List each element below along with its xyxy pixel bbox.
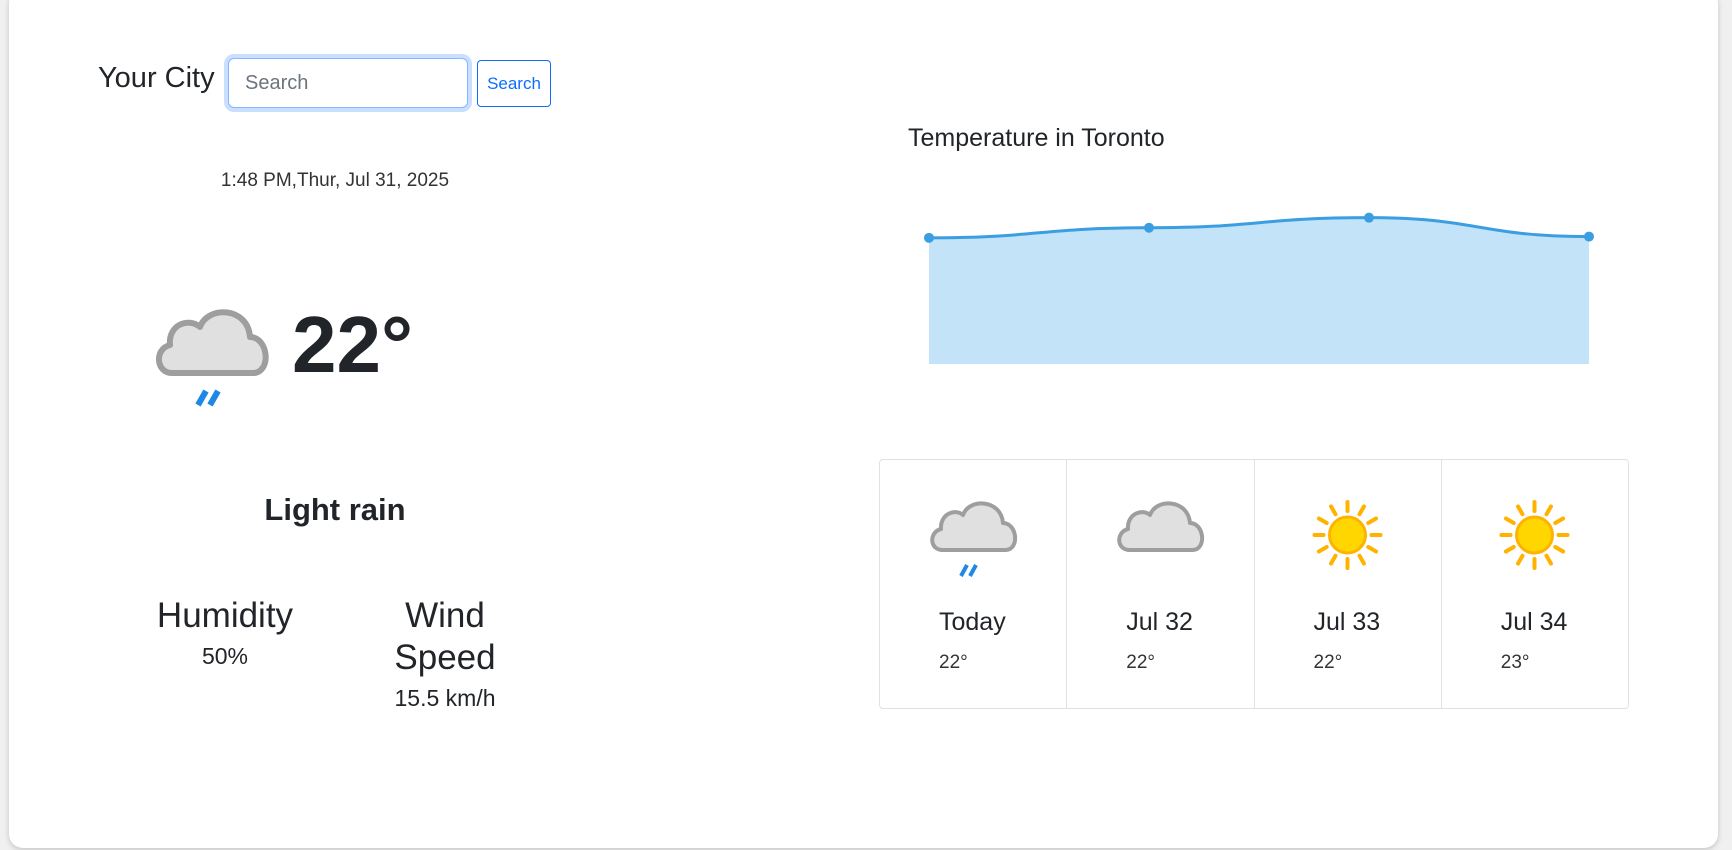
search-button[interactable]: Search — [477, 60, 551, 107]
rain-cloud-icon — [156, 309, 269, 407]
forecast-panel: Today 22° Jul 32 22° Jul 33 22° Jul 34 2… — [879, 459, 1629, 709]
humidity-value: 50% — [201, 643, 249, 669]
chart-point-today[interactable] — [924, 232, 934, 243]
temperature-chart — [924, 212, 1594, 364]
wind-stat: Wind Speed 15.5 km/h — [365, 595, 525, 712]
chart-point-jul-33[interactable] — [1364, 212, 1374, 223]
forecast-day-2: Jul 33 22° — [1255, 460, 1442, 708]
wind-value: 15.5 km/h — [394, 685, 496, 711]
forecast-day-0: Today 22° — [880, 460, 1068, 708]
rain-cloud-icon — [930, 501, 1017, 577]
weather-card — [9, 0, 1718, 848]
chart-point-jul-32[interactable] — [1144, 222, 1154, 233]
forecast-day-1: Jul 32 22° — [1067, 460, 1255, 708]
forecast-day-label: Jul 34 — [1500, 608, 1568, 636]
city-label: Your City — [98, 62, 215, 94]
current-datetime: 1:48 PM,Thur, Jul 31, 2025 — [220, 170, 450, 191]
forecast-day-label: Today — [939, 608, 1006, 636]
search-input[interactable] — [228, 58, 468, 108]
chart-area — [929, 217, 1589, 364]
humidity-stat: Humidity 50% — [140, 595, 310, 670]
chart-point-jul-34[interactable] — [1584, 231, 1594, 242]
forecast-day-label: Jul 32 — [1126, 608, 1193, 636]
cloud-icon — [1117, 501, 1205, 552]
current-temperature: 22° — [292, 300, 413, 389]
forecast-temp: 22° — [939, 652, 968, 673]
forecast-day-label: Jul 33 — [1313, 608, 1381, 636]
forecast-temp: 23° — [1500, 652, 1530, 673]
sun-icon — [1312, 500, 1382, 570]
weather-description: Light rain — [264, 492, 406, 527]
sun-icon — [1499, 500, 1570, 570]
forecast-temp: 22° — [1313, 652, 1343, 673]
wind-label: Wind Speed — [394, 596, 496, 677]
humidity-label: Humidity — [156, 596, 294, 635]
forecast-day-3: Jul 34 23° — [1442, 460, 1628, 708]
chart-title: Temperature in Toronto — [908, 124, 1165, 152]
forecast-temp: 22° — [1126, 652, 1155, 673]
